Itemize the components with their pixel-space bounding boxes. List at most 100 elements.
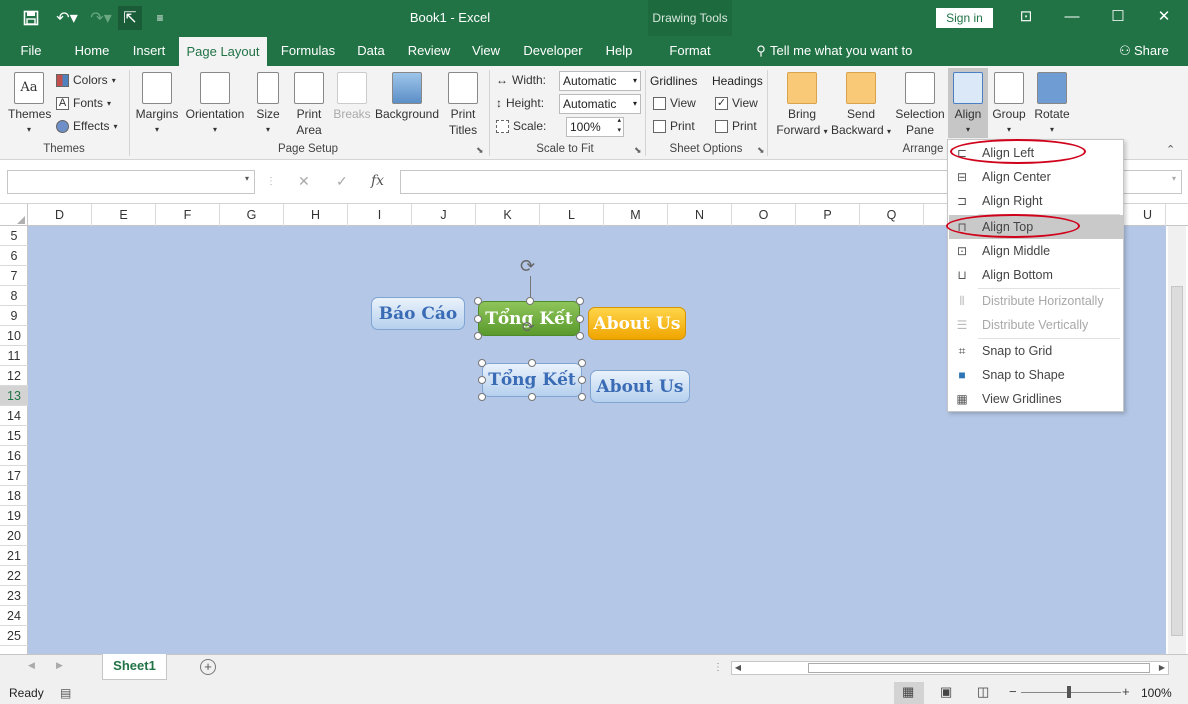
row-header[interactable]: 5 bbox=[0, 226, 28, 246]
share-button[interactable]: Share bbox=[1134, 36, 1169, 66]
resize-handle[interactable] bbox=[474, 332, 482, 340]
gridlines-print-checkbox[interactable]: Print bbox=[653, 119, 695, 133]
resize-handle[interactable] bbox=[478, 376, 486, 384]
resize-handle[interactable] bbox=[576, 315, 584, 323]
scroll-left-icon[interactable]: ◀ bbox=[732, 662, 744, 674]
scale-launcher-icon[interactable]: ⬊ bbox=[634, 145, 642, 156]
print-titles-button[interactable]: Print Titles bbox=[444, 72, 482, 138]
gridlines-view-checkbox[interactable]: View bbox=[653, 96, 696, 110]
effects-button[interactable]: Effects ▾ bbox=[56, 119, 117, 133]
sheet-tab-sheet1[interactable]: Sheet1 bbox=[102, 654, 167, 680]
row-header[interactable]: 22 bbox=[0, 566, 28, 586]
bring-forward-button[interactable]: Bring Forward ▾ bbox=[773, 72, 831, 140]
page-layout-view-icon[interactable]: ▣ bbox=[940, 684, 952, 700]
resize-handle[interactable] bbox=[578, 359, 586, 367]
zoom-in-icon[interactable]: + bbox=[1122, 684, 1130, 699]
shape-about-us-blue[interactable]: About Us bbox=[590, 370, 690, 403]
page-break-view-icon[interactable]: ◫ bbox=[977, 684, 989, 700]
col-header[interactable]: K bbox=[476, 204, 540, 226]
col-header[interactable]: O bbox=[732, 204, 796, 226]
col-header[interactable]: P bbox=[796, 204, 860, 226]
name-box[interactable]: ▾ bbox=[7, 170, 255, 194]
col-header[interactable]: G bbox=[220, 204, 284, 226]
menu-align-top[interactable]: ⊓ Align Top bbox=[949, 215, 1123, 239]
scale-spinner[interactable]: 100% ▴ ▾ bbox=[566, 117, 624, 137]
menu-view-gridlines[interactable]: ▦ View Gridlines bbox=[949, 387, 1123, 411]
vertical-scrollbar[interactable] bbox=[1168, 226, 1186, 654]
rotate-button[interactable]: Rotate ▾ bbox=[1032, 72, 1072, 138]
group-button[interactable]: Group ▾ bbox=[990, 72, 1028, 138]
row-header[interactable]: 7 bbox=[0, 266, 28, 286]
size-button[interactable]: Size ▾ bbox=[252, 72, 284, 138]
margins-button[interactable]: Margins ▾ bbox=[134, 72, 180, 138]
print-area-button[interactable]: Print Area bbox=[290, 72, 328, 138]
row-header[interactable]: 9 bbox=[0, 306, 28, 326]
row-header[interactable]: 6 bbox=[0, 246, 28, 266]
row-header[interactable]: 19 bbox=[0, 506, 28, 526]
customize-qat-icon[interactable]: ≡ bbox=[148, 6, 172, 30]
shape-about-us-gold[interactable]: About Us bbox=[588, 307, 686, 340]
shape-tong-ket-blue[interactable]: Tổng Kết bbox=[482, 363, 582, 397]
tab-page-layout[interactable]: Page Layout bbox=[179, 37, 267, 66]
menu-align-right[interactable]: ⊐ Align Right bbox=[949, 189, 1123, 213]
row-header[interactable]: 12 bbox=[0, 366, 28, 386]
insert-function-icon[interactable]: fx bbox=[371, 173, 384, 189]
tab-developer[interactable]: Developer bbox=[518, 36, 588, 66]
col-header[interactable]: D bbox=[28, 204, 92, 226]
resize-handle[interactable] bbox=[578, 393, 586, 401]
selection-pane-button[interactable]: Selection Pane bbox=[894, 72, 946, 138]
minimize-icon[interactable]: — bbox=[1049, 0, 1095, 36]
themes-button[interactable]: Aa Themes ▾ bbox=[8, 72, 51, 138]
row-header[interactable]: 14 bbox=[0, 406, 28, 426]
col-header[interactable]: U bbox=[1130, 204, 1166, 226]
resize-handle[interactable] bbox=[578, 376, 586, 384]
height-select[interactable]: Automatic ▾ bbox=[559, 94, 641, 114]
menu-align-bottom[interactable]: ⊔ Align Bottom bbox=[949, 263, 1123, 287]
col-header[interactable]: L bbox=[540, 204, 604, 226]
sign-in-button[interactable]: Sign in bbox=[936, 8, 993, 28]
zoom-level[interactable]: 100% bbox=[1141, 686, 1172, 700]
collapse-ribbon-icon[interactable]: ⌃ bbox=[1166, 143, 1175, 156]
headings-view-checkbox[interactable]: ✓ View bbox=[715, 96, 758, 110]
sheet-options-launcher-icon[interactable]: ⬊ bbox=[757, 145, 765, 156]
row-header[interactable]: 20 bbox=[0, 526, 28, 546]
col-header[interactable]: Q bbox=[860, 204, 924, 226]
row-header[interactable]: 21 bbox=[0, 546, 28, 566]
row-header[interactable]: 8 bbox=[0, 286, 28, 306]
zoom-slider-thumb[interactable] bbox=[1067, 686, 1071, 698]
rotate-handle-icon[interactable]: ⟳ bbox=[522, 318, 535, 336]
width-select[interactable]: Automatic ▾ bbox=[559, 71, 641, 91]
tell-me-search[interactable]: Tell me what you want to do bbox=[770, 36, 930, 88]
tab-format[interactable]: Format bbox=[656, 36, 724, 66]
tab-file[interactable]: File bbox=[10, 36, 52, 66]
scroll-thumb[interactable] bbox=[808, 663, 1150, 673]
resize-handle[interactable] bbox=[478, 359, 486, 367]
page-setup-launcher-icon[interactable]: ⬊ bbox=[476, 145, 484, 156]
row-header[interactable]: 18 bbox=[0, 486, 28, 506]
add-sheet-icon[interactable]: + bbox=[200, 659, 216, 675]
resize-handle[interactable] bbox=[576, 297, 584, 305]
fonts-button[interactable]: A Fonts ▾ bbox=[56, 96, 111, 110]
resize-handle[interactable] bbox=[474, 315, 482, 323]
align-button[interactable]: Align ▾ bbox=[948, 68, 988, 138]
row-header[interactable]: 23 bbox=[0, 586, 28, 606]
menu-snap-to-grid[interactable]: ⌗ Snap to Grid bbox=[949, 339, 1123, 363]
col-header[interactable]: E bbox=[92, 204, 156, 226]
menu-align-left[interactable]: ⊏ Align Left bbox=[949, 141, 1123, 165]
scroll-thumb[interactable] bbox=[1171, 286, 1183, 636]
tab-help[interactable]: Help bbox=[600, 36, 638, 66]
resize-handle[interactable] bbox=[528, 359, 536, 367]
tab-data[interactable]: Data bbox=[352, 36, 390, 66]
orientation-button[interactable]: Orientation ▾ bbox=[183, 72, 247, 138]
colors-button[interactable]: Colors ▾ bbox=[56, 73, 116, 87]
tab-view[interactable]: View bbox=[466, 36, 506, 66]
shape-bao-cao[interactable]: Báo Cáo bbox=[371, 297, 465, 330]
zoom-slider[interactable] bbox=[1021, 692, 1121, 693]
row-header[interactable]: 11 bbox=[0, 346, 28, 366]
tab-home[interactable]: Home bbox=[66, 36, 118, 66]
row-header[interactable]: 15 bbox=[0, 426, 28, 446]
row-header-selected[interactable]: 13 bbox=[0, 386, 28, 406]
headings-print-checkbox[interactable]: Print bbox=[715, 119, 757, 133]
tab-formulas[interactable]: Formulas bbox=[276, 36, 340, 66]
menu-snap-to-shape[interactable]: ■ Snap to Shape bbox=[949, 363, 1123, 387]
